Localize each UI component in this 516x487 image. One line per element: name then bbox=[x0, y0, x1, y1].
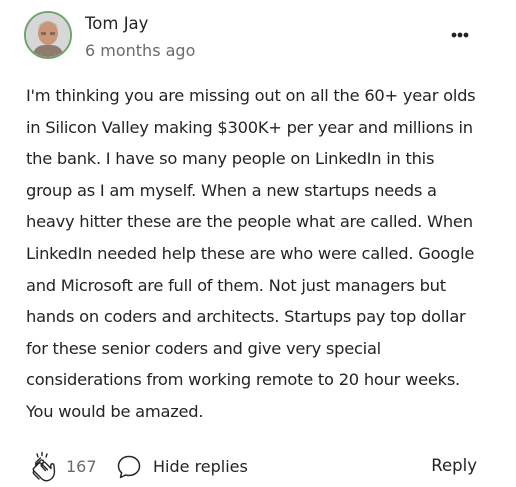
comment-line: You would be amazed. bbox=[26, 401, 204, 421]
comment-action-bar: 167 Hide replies Reply bbox=[0, 448, 516, 484]
view-replies-button[interactable] bbox=[116, 454, 142, 480]
speech-bubble-icon bbox=[117, 455, 141, 479]
more-horizontal-icon bbox=[451, 32, 469, 38]
comment-line: for these senior coders and give very sp… bbox=[26, 338, 381, 358]
comment-line: considerations from working remote to 20… bbox=[26, 370, 460, 390]
comment-line: LinkedIn needed help these are who were … bbox=[26, 243, 475, 263]
more-options-button[interactable] bbox=[446, 25, 474, 45]
reply-button[interactable]: Reply bbox=[431, 456, 477, 475]
clap-button[interactable] bbox=[28, 451, 60, 483]
comment-line: in Silicon Valley making $300K+ per year… bbox=[26, 117, 473, 137]
author-name[interactable]: Tom Jay bbox=[85, 14, 148, 33]
comment-line: hands on coders and architects. Startups… bbox=[26, 307, 466, 327]
clap-icon bbox=[32, 451, 56, 482]
comment-body: I'm thinking you are missing out on all … bbox=[26, 80, 504, 428]
hide-replies-button[interactable]: Hide replies bbox=[153, 457, 248, 476]
comment-line: and Microsoft are full of them. Not just… bbox=[26, 275, 446, 295]
comment-line: the bank. I have so many people on Linke… bbox=[26, 149, 435, 169]
comment-timestamp[interactable]: 6 months ago bbox=[85, 41, 195, 60]
comment-line: I'm thinking you are missing out on all … bbox=[26, 86, 476, 105]
comment-line: group as I am myself. When a new startup… bbox=[26, 180, 437, 200]
author-avatar[interactable] bbox=[24, 11, 72, 59]
clap-count: 167 bbox=[66, 457, 97, 476]
comment-line: heavy hitter these are the people what a… bbox=[26, 212, 473, 232]
